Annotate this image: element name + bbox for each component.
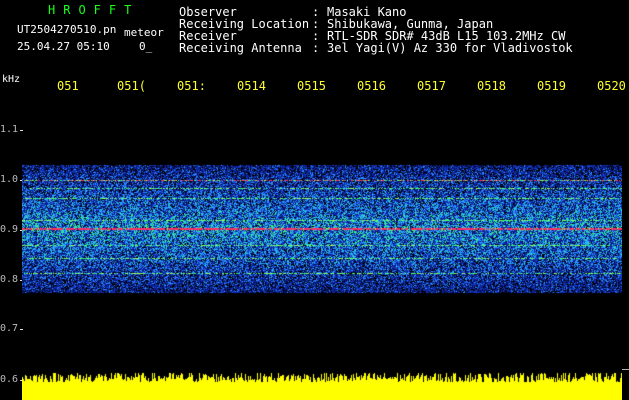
y-tick-label: 0.7	[0, 323, 19, 334]
x-tick-label: 0516	[357, 79, 386, 93]
spectrogram-waterfall	[22, 160, 622, 300]
y-tick-label: 1.0	[0, 174, 19, 185]
meteor-tag: meteor	[124, 26, 164, 39]
y-tick-label: 1.1	[0, 124, 19, 135]
y-tick-label: 0.8	[0, 274, 19, 285]
meteor-count: 0_	[139, 40, 153, 53]
x-tick-label: 0515	[297, 79, 326, 93]
timestamp: 25.04.27 05:10	[17, 40, 110, 53]
info-value-antenna: 3el Yagi(V) Az 330 for Vladivostok	[327, 41, 573, 55]
y-tick-label: 0.6	[0, 374, 19, 385]
y-axis-unit: kHz	[2, 74, 21, 85]
x-tick-label: 051:	[177, 79, 206, 93]
x-tick-label: 0520	[597, 79, 626, 93]
x-tick-label: 0517	[417, 79, 446, 93]
hrofft-screen: HROFFT UT2504270510.pn meteor 25.04.27 0…	[0, 0, 629, 400]
info-label-antenna: Receiving Antenna	[179, 41, 302, 55]
hrofft-logo: HROFFT	[48, 3, 140, 17]
x-tick-label: 0519	[537, 79, 566, 93]
y-tick-label: 0.9	[0, 224, 19, 235]
file-name: UT2504270510.pn	[17, 23, 117, 36]
noise-level-strip	[22, 368, 622, 400]
y-tick-mark	[20, 329, 23, 330]
y-tick-mark	[20, 130, 23, 131]
x-tick-label: 051(	[117, 79, 146, 93]
x-tick-label: 0518	[477, 79, 506, 93]
info-separator: :	[312, 41, 320, 55]
x-tick-label: 0514	[237, 79, 266, 93]
x-tick-label: 051	[57, 79, 79, 93]
